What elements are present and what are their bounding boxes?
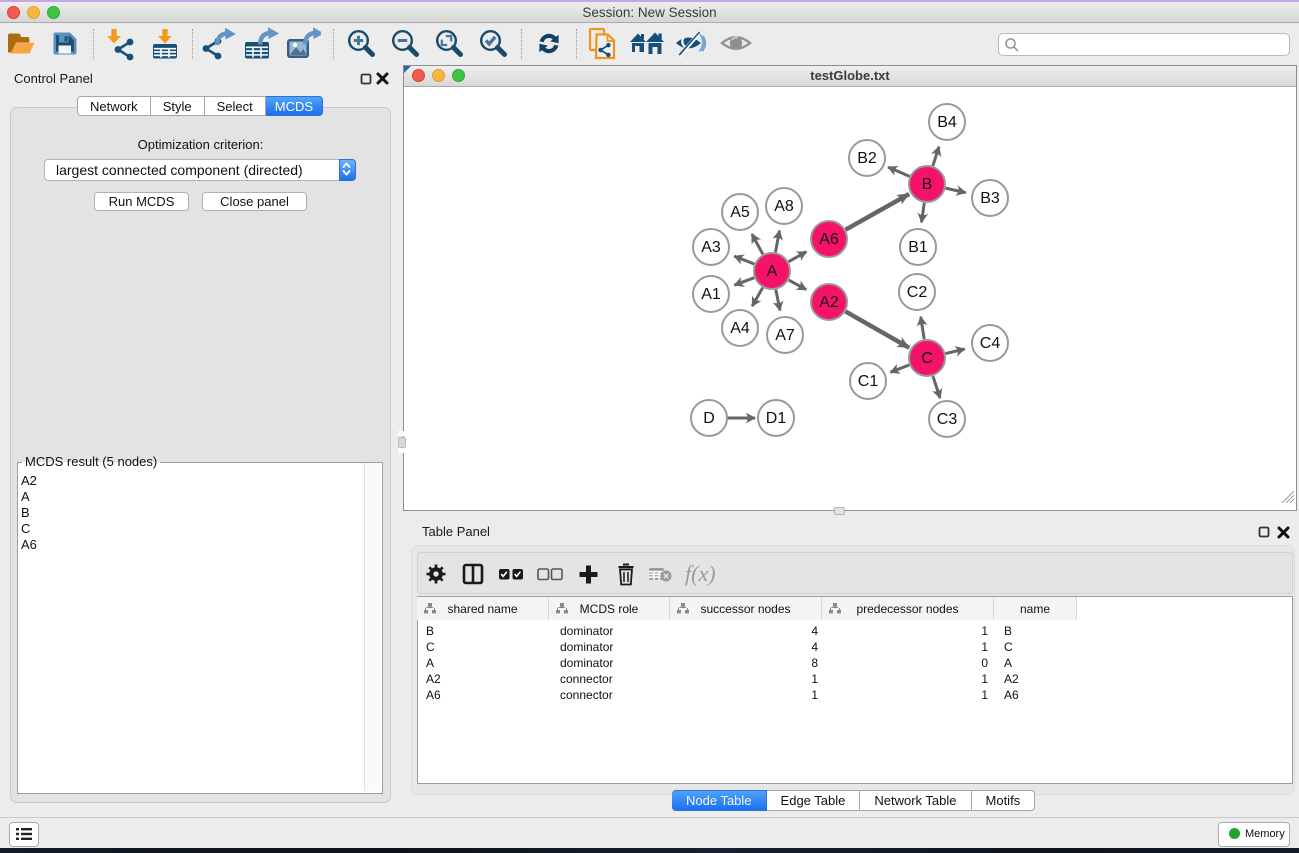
svg-text:D1: D1 xyxy=(766,410,787,427)
svg-text:A6: A6 xyxy=(819,231,839,248)
svg-text:C3: C3 xyxy=(937,411,958,428)
svg-text:B4: B4 xyxy=(937,114,957,131)
svg-text:C4: C4 xyxy=(980,335,1001,352)
svg-text:A3: A3 xyxy=(701,239,721,256)
svg-text:A8: A8 xyxy=(774,198,794,215)
svg-text:B1: B1 xyxy=(908,239,928,256)
svg-text:f(x): f(x) xyxy=(685,561,716,586)
svg-text:A5: A5 xyxy=(730,204,750,221)
svg-text:A7: A7 xyxy=(775,327,795,344)
svg-text:B3: B3 xyxy=(980,190,1000,207)
svg-text:D: D xyxy=(703,410,715,427)
svg-text:B: B xyxy=(922,176,933,193)
svg-text:A4: A4 xyxy=(730,320,750,337)
svg-text:C1: C1 xyxy=(858,373,879,390)
svg-text:C: C xyxy=(921,350,933,367)
svg-text:A: A xyxy=(767,263,778,280)
svg-text:A2: A2 xyxy=(819,294,839,311)
svg-text:A1: A1 xyxy=(701,286,721,303)
svg-text:B2: B2 xyxy=(857,150,877,167)
svg-text:C2: C2 xyxy=(907,284,928,301)
